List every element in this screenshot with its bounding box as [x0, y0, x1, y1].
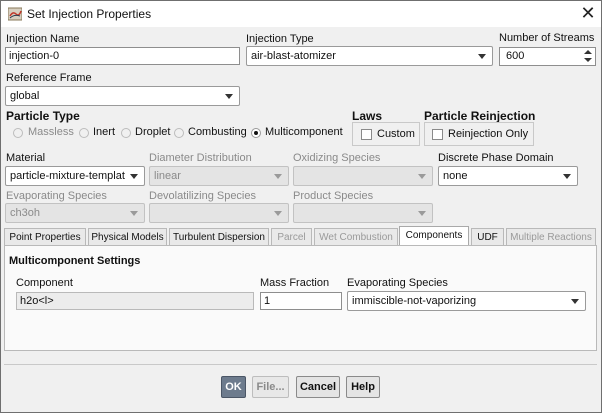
material-label: Material	[6, 152, 46, 164]
evaporating-species-value: ch3oh	[10, 207, 40, 219]
injection-type-label: Injection Type	[246, 33, 314, 45]
particle-reinjection-heading: Particle Reinjection	[424, 109, 536, 123]
injection-type-value: air-blast-atomizer	[251, 50, 336, 62]
particle-reinjection-group: Reinjection Only	[424, 122, 534, 146]
number-of-streams-label: Number of Streams	[499, 32, 595, 44]
file-button[interactable]: File...	[252, 376, 289, 398]
radio-droplet[interactable]	[121, 128, 131, 138]
radio-droplet-label: Droplet	[135, 126, 171, 138]
spinner-arrows-icon[interactable]	[583, 50, 593, 64]
cancel-button[interactable]: Cancel	[296, 376, 340, 398]
reinjection-only-label: Reinjection Only	[448, 128, 529, 140]
evaporating-species-dropdown[interactable]: ch3oh	[5, 203, 145, 223]
radio-inert[interactable]	[79, 128, 89, 138]
product-species-label: Product Species	[293, 190, 374, 202]
laws-group: Custom	[352, 122, 420, 146]
injection-type-dropdown[interactable]: air-blast-atomizer	[246, 46, 493, 66]
reference-frame-label: Reference Frame	[6, 72, 92, 84]
radio-combusting[interactable]	[174, 128, 184, 138]
button-separator	[4, 364, 597, 365]
multicomponent-settings-title: Multicomponent Settings	[9, 255, 141, 267]
chevron-down-icon	[418, 174, 426, 179]
custom-label: Custom	[377, 128, 415, 140]
radio-massless-label: Massless	[28, 126, 74, 138]
product-species-dropdown[interactable]	[293, 203, 433, 223]
tab-udf[interactable]: UDF	[471, 228, 504, 245]
chevron-down-icon	[563, 174, 571, 179]
radio-inert-label: Inert	[93, 126, 116, 138]
particle-type-radio-group: Massless Inert Droplet Combusting Multic…	[6, 123, 346, 145]
mass-fraction-column-header: Mass Fraction	[260, 277, 330, 289]
fluent-app-icon	[8, 7, 22, 21]
radio-massless[interactable]	[13, 128, 23, 138]
component-name-field: h2o<l>	[16, 292, 254, 310]
tab-parcel[interactable]: Parcel	[271, 228, 312, 245]
laws-heading: Laws	[352, 109, 383, 123]
diameter-distribution-value: linear	[154, 170, 181, 182]
tab-point-properties[interactable]: Point Properties	[4, 228, 86, 245]
radio-multicomponent[interactable]	[251, 128, 261, 138]
reinjection-only-checkbox[interactable]	[432, 129, 443, 140]
evaporating-species-column-header: Evaporating Species	[347, 277, 448, 289]
window-title: Set Injection Properties	[27, 7, 152, 21]
discrete-phase-domain-dropdown[interactable]: none	[438, 166, 578, 186]
discrete-phase-domain-value: none	[443, 170, 468, 182]
number-of-streams-value: 600	[506, 50, 525, 62]
injection-name-input[interactable]: injection-0	[5, 47, 240, 65]
chevron-down-icon	[571, 299, 579, 304]
number-of-streams-spinner[interactable]: 600	[499, 47, 596, 66]
tab-turbulent-dispersion[interactable]: Turbulent Dispersion	[169, 228, 269, 245]
component-evaporating-species-value: immiscible-not-vaporizing	[352, 295, 477, 307]
component-evaporating-species-dropdown[interactable]: immiscible-not-vaporizing	[347, 291, 586, 311]
ok-button[interactable]: OK	[221, 376, 246, 398]
material-value: particle-mixture-templat	[10, 170, 125, 182]
injection-name-label: Injection Name	[6, 33, 80, 45]
chevron-down-icon	[274, 174, 282, 179]
chevron-down-icon	[225, 94, 233, 99]
discrete-phase-domain-label: Discrete Phase Domain	[438, 152, 554, 164]
help-button[interactable]: Help	[346, 376, 380, 398]
radio-combusting-label: Combusting	[188, 126, 247, 138]
oxidizing-species-label: Oxidizing Species	[293, 152, 381, 164]
title-bar[interactable]: Set Injection Properties ✕	[1, 1, 601, 27]
diameter-distribution-label: Diameter Distribution	[149, 152, 252, 164]
components-panel: Multicomponent Settings Component Mass F…	[4, 245, 597, 351]
tab-wet-combustion[interactable]: Wet Combustion	[314, 228, 398, 245]
tab-multiple-reactions[interactable]: Multiple Reactions	[506, 228, 596, 245]
devolatilizing-species-label: Devolatilizing Species	[149, 190, 256, 202]
chevron-down-icon	[274, 211, 282, 216]
chevron-down-icon	[478, 54, 486, 59]
evaporating-species-label: Evaporating Species	[6, 190, 107, 202]
oxidizing-species-dropdown[interactable]	[293, 166, 433, 186]
material-dropdown[interactable]: particle-mixture-templat	[5, 166, 145, 186]
reference-frame-dropdown[interactable]: global	[5, 86, 240, 106]
chevron-down-icon	[418, 211, 426, 216]
devolatilizing-species-dropdown[interactable]	[149, 203, 289, 223]
tab-physical-models[interactable]: Physical Models	[88, 228, 167, 245]
radio-multicomponent-label: Multicomponent	[265, 126, 343, 138]
diameter-distribution-dropdown[interactable]: linear	[149, 166, 289, 186]
chevron-down-icon	[130, 174, 138, 179]
component-column-header: Component	[16, 277, 73, 289]
custom-checkbox[interactable]	[361, 129, 372, 140]
reference-frame-value: global	[10, 90, 40, 102]
particle-type-heading: Particle Type	[6, 109, 80, 123]
tab-components[interactable]: Components	[399, 226, 469, 246]
mass-fraction-input[interactable]: 1	[260, 292, 342, 310]
chevron-down-icon	[130, 211, 138, 216]
close-icon[interactable]: ✕	[579, 4, 597, 22]
